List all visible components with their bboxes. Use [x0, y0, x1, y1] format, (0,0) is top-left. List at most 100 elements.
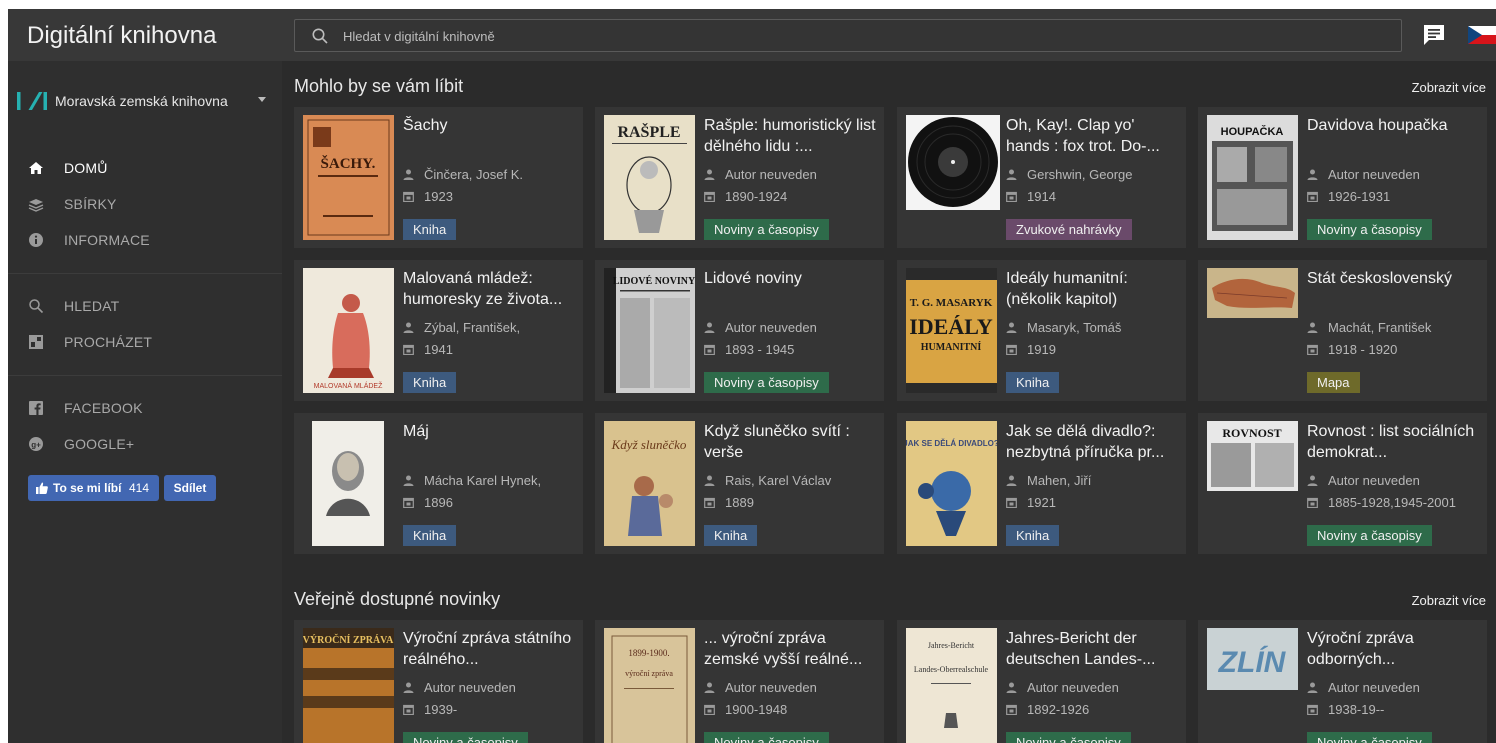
- item-title[interactable]: ... výroční zpráva zemské vyšší reálné..…: [704, 628, 876, 670]
- collections-icon: [28, 199, 44, 212]
- calendar-icon: [403, 497, 414, 508]
- search-icon: [29, 299, 44, 314]
- item-card[interactable]: Stát československý Machát, František 19…: [1198, 260, 1487, 401]
- item-title[interactable]: Šachy: [403, 115, 575, 136]
- svg-text:Landes-Oberrealschule: Landes-Oberrealschule: [914, 665, 989, 674]
- type-badge: Kniha: [403, 219, 457, 240]
- item-year: 1926-1931: [1307, 189, 1390, 204]
- item-title[interactable]: Výroční zpráva státního reálného...: [403, 628, 575, 670]
- feedback-icon[interactable]: [1422, 24, 1446, 46]
- facebook-icon: [29, 401, 43, 415]
- library-selector[interactable]: Moravská zemská knihovna: [55, 93, 228, 109]
- item-title[interactable]: Když sluněčko svítí : verše: [704, 421, 876, 463]
- item-card[interactable]: RAŠPLE Rašple: humoristický list dělného…: [595, 107, 884, 248]
- cover-thumbnail: HOUPAČKA: [1207, 115, 1298, 240]
- item-author: Autor neuveden: [1006, 680, 1119, 695]
- item-card[interactable]: LIDOVÉ NOVINY Lidové noviny Autor neuved…: [595, 260, 884, 401]
- item-card[interactable]: VÝROČNÍ ZPRÁVA Výroční zpráva státního r…: [294, 620, 583, 743]
- person-icon: [704, 682, 715, 693]
- item-year: 1939-: [403, 702, 457, 717]
- item-year: 1885-1928,1945-2001: [1307, 495, 1456, 510]
- item-title[interactable]: Výroční zpráva odborných...: [1307, 628, 1479, 670]
- person-icon: [403, 682, 414, 693]
- app-frame: Digitální knihovna Hledat v digitální kn…: [8, 9, 1496, 743]
- search-box[interactable]: Hledat v digitální knihovně: [294, 19, 1402, 52]
- item-card[interactable]: MALOVANÁ MLÁDEŽ Malovaná mládež: humores…: [294, 260, 583, 401]
- item-card[interactable]: ŠACHY. Šachy Činčera, Josef K. 1923 Knih…: [294, 107, 583, 248]
- item-title[interactable]: Lidové noviny: [704, 268, 876, 289]
- item-year: 1900-1948: [704, 702, 787, 717]
- chevron-down-icon[interactable]: [258, 97, 266, 102]
- nav-item-browse[interactable]: PROCHÁZET: [8, 327, 282, 357]
- app-title[interactable]: Digitální knihovna: [27, 22, 216, 50]
- type-badge: Noviny a časopisy: [704, 732, 829, 743]
- item-card[interactable]: Když sluněčko Když sluněčko svítí : verš…: [595, 413, 884, 554]
- svg-text:LIDOVÉ NOVINY: LIDOVÉ NOVINY: [613, 275, 695, 287]
- nav-item-info[interactable]: INFORMACE: [8, 225, 282, 255]
- year-text: 1892-1926: [1027, 702, 1090, 717]
- item-card[interactable]: T. G. MASARYK IDEÁLY HUMANITNÍ Ideály huma…: [897, 260, 1186, 401]
- year-text: 1921: [1027, 495, 1056, 510]
- cover-thumbnail: [312, 421, 384, 546]
- item-card[interactable]: JAK SE DĚLÁ DIVADLO? Jak se dělá divadlo…: [897, 413, 1186, 554]
- item-title[interactable]: Rovnost : list sociálních demokrat...: [1307, 421, 1479, 463]
- item-title[interactable]: Rašple: humoristický list dělného lidu :…: [704, 115, 876, 157]
- item-title[interactable]: Malovaná mládež: humoresky ze života...: [403, 268, 575, 310]
- item-card[interactable]: ZLÍN Výroční zpráva odborných... Autor n…: [1198, 620, 1487, 743]
- item-title[interactable]: Stát československý: [1307, 268, 1479, 289]
- show-more-link[interactable]: Zobrazit více: [1412, 593, 1486, 608]
- author-text: Gershwin, George: [1027, 167, 1133, 182]
- item-card[interactable]: ROVNOST Rovnost : list sociálních demokr…: [1198, 413, 1487, 554]
- svg-text:Jahres-Bericht: Jahres-Bericht: [928, 641, 975, 650]
- item-title[interactable]: Jak se dělá divadlo?: nezbytná příručka …: [1006, 421, 1178, 463]
- item-author: Machát, František: [1307, 320, 1431, 335]
- facebook-like-label: To se mi líbí: [53, 481, 122, 495]
- facebook-like-button[interactable]: To se mi líbí 414: [28, 475, 159, 501]
- type-badge: Mapa: [1307, 372, 1360, 393]
- facebook-share-button[interactable]: Sdílet: [164, 475, 216, 501]
- item-author: Autor neuveden: [704, 320, 817, 335]
- cover-thumbnail: MALOVANÁ MLÁDEŽ: [303, 268, 394, 393]
- show-more-link[interactable]: Zobrazit více: [1412, 80, 1486, 95]
- item-card[interactable]: Oh, Kay!. Clap yo' hands : fox trot. Do-…: [897, 107, 1186, 248]
- item-year: 1890-1924: [704, 189, 787, 204]
- item-author: Masaryk, Tomáš: [1006, 320, 1121, 335]
- item-title[interactable]: Davidova houpačka: [1307, 115, 1479, 136]
- item-title[interactable]: Jahres-Bericht der deutschen Landes-...: [1006, 628, 1178, 670]
- item-year: 1938-19--: [1307, 702, 1384, 717]
- item-title[interactable]: Ideály humanitní: (několik kapitol): [1006, 268, 1178, 310]
- nav-item-collections[interactable]: SBÍRKY: [8, 189, 282, 219]
- browse-icon: [29, 335, 43, 349]
- svg-text:IDEÁLY: IDEÁLY: [909, 314, 993, 339]
- item-author: Autor neuveden: [1307, 167, 1420, 182]
- svg-text:RAŠPLE: RAŠPLE: [617, 122, 680, 141]
- person-icon: [704, 169, 715, 180]
- item-title[interactable]: Máj: [403, 421, 575, 442]
- cover-thumbnail: JAK SE DĚLÁ DIVADLO?: [906, 421, 997, 546]
- type-badge: Noviny a časopisy: [1307, 732, 1432, 743]
- calendar-icon: [704, 191, 715, 202]
- nav-item-home[interactable]: DOMŮ: [8, 153, 282, 183]
- svg-text:Když sluněčko: Když sluněčko: [611, 437, 687, 452]
- person-icon: [1006, 682, 1017, 693]
- author-text: Autor neuveden: [725, 320, 817, 335]
- nav-item-search[interactable]: HLEDAT: [8, 291, 282, 321]
- sidebar: Moravská zemská knihovna DOMŮ SBÍRKY INF…: [8, 61, 282, 743]
- nav-label: HLEDAT: [64, 298, 120, 314]
- item-card[interactable]: 1899-1900. výroční zpráva ... výroční zpr…: [595, 620, 884, 743]
- nav-item-google-plus[interactable]: g+ GOOGLE+: [8, 429, 282, 459]
- type-badge: Noviny a časopisy: [704, 219, 829, 240]
- author-text: Autor neuveden: [1027, 680, 1119, 695]
- item-card[interactable]: HOUPAČKA Davidova houpačka Autor neuvede…: [1198, 107, 1487, 248]
- item-year: 1921: [1006, 495, 1056, 510]
- type-badge: Kniha: [1006, 525, 1060, 546]
- search-input[interactable]: Hledat v digitální knihovně: [343, 29, 495, 44]
- item-title[interactable]: Oh, Kay!. Clap yo' hands : fox trot. Do-…: [1006, 115, 1178, 157]
- nav-label: SBÍRKY: [64, 196, 117, 212]
- item-card[interactable]: Jahres-Bericht Landes-Oberrealschule Jahr…: [897, 620, 1186, 743]
- item-card[interactable]: Máj Mácha Karel Hynek, 1896 Kniha: [294, 413, 583, 554]
- czech-flag-icon[interactable]: [1468, 26, 1496, 44]
- item-author: Autor neuveden: [704, 680, 817, 695]
- home-icon: [29, 162, 43, 174]
- nav-item-facebook[interactable]: FACEBOOK: [8, 393, 282, 423]
